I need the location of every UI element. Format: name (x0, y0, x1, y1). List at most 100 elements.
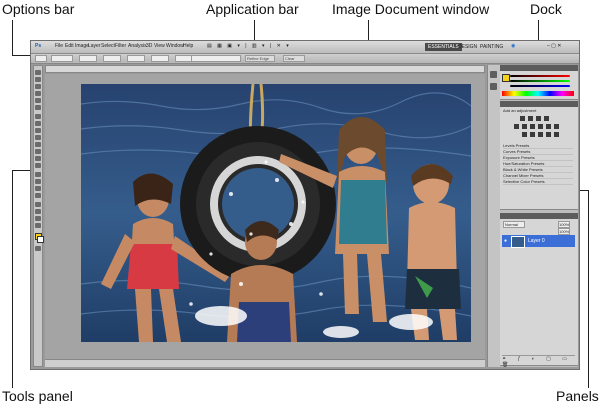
photo-filter-icon[interactable] (546, 124, 551, 129)
option-field-3[interactable] (127, 55, 145, 62)
eyedropper-tool-icon[interactable] (35, 105, 41, 110)
document-photo (81, 84, 471, 342)
menu-image[interactable]: Image (75, 43, 89, 49)
move-tool-icon[interactable] (35, 70, 41, 75)
posterize-icon[interactable] (530, 132, 535, 137)
layer-row-selected[interactable]: ● Layer 0 (502, 235, 575, 248)
callout-application-bar: Application bar (206, 1, 299, 17)
selection-mode-buttons[interactable] (51, 55, 73, 62)
color-balance-icon[interactable] (530, 124, 535, 129)
app-bar-icons[interactable]: ▤ ▦ ▣ ▾ | ▥ ▾ | ✕ ▾ (207, 43, 291, 49)
window-controls[interactable]: – ▢ ✕ (547, 43, 561, 49)
color-spectrum-bar[interactable] (502, 91, 574, 96)
menu-filter[interactable]: Filter (115, 43, 126, 49)
path-select-tool-icon[interactable] (35, 186, 41, 191)
invert-icon[interactable] (522, 132, 527, 137)
leader-tools-panel (12, 170, 13, 388)
history-brush-tool-icon[interactable] (35, 135, 41, 140)
green-slider[interactable] (510, 80, 570, 82)
gradient-tool-icon[interactable] (35, 149, 41, 154)
fill-field[interactable]: 100% (558, 228, 571, 235)
menu-edit[interactable]: Edit (65, 43, 74, 49)
layers-panel: Normal 100% 100% ● Layer 0 ⚭ ƒ ◐ ▢ ▭ 🗑 (500, 219, 578, 368)
zoom-tool-icon[interactable] (35, 223, 41, 228)
opacity-field[interactable]: 100% (558, 221, 571, 228)
black-white-icon[interactable] (538, 124, 543, 129)
adjustments-title: Add an adjustment (503, 108, 537, 113)
menu-select[interactable]: Select (101, 43, 115, 49)
menu-file[interactable]: File (55, 43, 63, 49)
stamp-tool-icon[interactable] (35, 128, 41, 133)
photo-kids-with-tire (81, 84, 471, 342)
options-bar: Refine Edge Clear (31, 54, 579, 64)
shape-tool-icon[interactable] (35, 193, 41, 198)
document-status-bar (45, 359, 485, 367)
quick-select-tool-icon[interactable] (35, 91, 41, 96)
hue-saturation-icon[interactable] (522, 124, 527, 129)
properties-panel-icon[interactable] (490, 83, 497, 90)
menu-window[interactable]: Window (166, 43, 184, 49)
option-field-4[interactable] (151, 55, 169, 62)
pen-tool-icon[interactable] (35, 172, 41, 177)
menu-layer[interactable]: Layer (88, 43, 101, 49)
photoshop-window: Ps File Edit Image Layer Select Filter A… (30, 40, 580, 370)
option-field-1[interactable] (79, 55, 97, 62)
exposure-icon[interactable] (544, 116, 549, 121)
leader-options-bar (12, 20, 13, 55)
3d-camera-tool-icon[interactable] (35, 209, 41, 214)
red-slider[interactable] (510, 75, 570, 77)
levels-icon[interactable] (528, 116, 533, 121)
clear-button[interactable]: Clear (283, 55, 305, 62)
visibility-eye-icon[interactable]: ● (504, 235, 507, 247)
callout-options-bar: Options bar (2, 1, 75, 17)
layer-name[interactable]: Layer 0 (528, 235, 545, 247)
workspace-painting[interactable]: PAINTING (477, 43, 506, 51)
history-panel-icon[interactable] (490, 71, 497, 78)
document-tab[interactable] (45, 65, 485, 73)
menu-view[interactable]: View (154, 43, 165, 49)
channel-mixer-icon[interactable] (554, 124, 559, 129)
preset-selective-color[interactable]: Selective Color Presets (503, 179, 573, 185)
selective-color-icon[interactable] (554, 132, 559, 137)
crop-tool-icon[interactable] (35, 98, 41, 103)
dodge-tool-icon[interactable] (35, 163, 41, 168)
curves-icon[interactable] (536, 116, 541, 121)
3d-rotate-tool-icon[interactable] (35, 202, 41, 207)
cs-live-icon[interactable]: ◉ (511, 43, 515, 49)
menu-help[interactable]: Help (183, 43, 193, 49)
type-tool-icon[interactable] (35, 179, 41, 184)
gradient-map-icon[interactable] (546, 132, 551, 137)
layer-thumbnail (511, 236, 525, 248)
callout-panels: Panels (556, 388, 599, 404)
refine-edge-button[interactable]: Refine Edge (245, 55, 275, 62)
option-field-2[interactable] (103, 55, 121, 62)
tool-preset-picker[interactable] (35, 55, 47, 62)
menu-analysis[interactable]: Analysis (128, 43, 147, 49)
marquee-tool-icon[interactable] (35, 77, 41, 82)
image-document-window[interactable] (45, 74, 485, 359)
lasso-tool-icon[interactable] (35, 84, 41, 89)
eraser-tool-icon[interactable] (35, 142, 41, 147)
blue-slider[interactable] (510, 85, 570, 87)
menu-3d[interactable]: 3D (146, 43, 152, 49)
healing-tool-icon[interactable] (35, 114, 41, 119)
adjustments-panel: Add an adjustment Levels Presets Curves … (500, 107, 578, 210)
brush-tool-icon[interactable] (35, 121, 41, 126)
quick-mask-icon[interactable] (35, 246, 41, 251)
callout-tools-panel: Tools panel (2, 388, 73, 404)
foreground-color-chip[interactable] (502, 74, 510, 82)
layers-footer-icons[interactable]: ⚭ ƒ ◐ ▢ ▭ 🗑 (502, 355, 575, 368)
panel-dock (487, 65, 501, 367)
hand-tool-icon[interactable] (35, 216, 41, 221)
background-color-swatch[interactable] (37, 236, 44, 243)
option-checkbox[interactable] (191, 55, 241, 62)
blend-mode-select[interactable]: Normal (503, 221, 525, 228)
panels-area: Add an adjustment Levels Presets Curves … (500, 65, 578, 368)
callout-image-document-window: Image Document window (332, 1, 490, 17)
vibrance-icon[interactable] (514, 124, 519, 129)
ps-logo[interactable]: Ps (35, 43, 41, 49)
threshold-icon[interactable] (538, 132, 543, 137)
brightness-contrast-icon[interactable] (520, 116, 525, 121)
application-bar: Ps File Edit Image Layer Select Filter A… (31, 41, 579, 54)
blur-tool-icon[interactable] (35, 156, 41, 161)
